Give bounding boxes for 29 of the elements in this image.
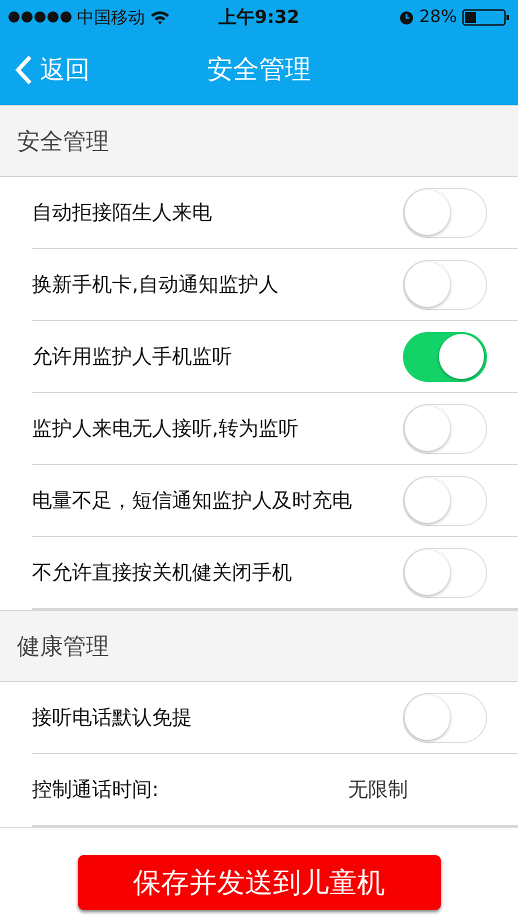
carrier-name: 中国移动 xyxy=(77,6,145,28)
setting-label: 自动拒接陌生人来电 xyxy=(32,199,213,226)
toggle-switch[interactable] xyxy=(403,188,487,238)
battery-percent: 28% xyxy=(419,7,457,27)
alarm-icon xyxy=(399,10,414,24)
setting-value[interactable]: 无限制 xyxy=(348,776,408,803)
setting-label: 换新手机卡,自动通知监护人 xyxy=(32,271,280,298)
section-header: 安全管理 xyxy=(17,128,109,156)
toggle-switch[interactable] xyxy=(403,332,487,382)
save-button[interactable]: 保存并发送到儿童机 xyxy=(78,855,440,910)
toggle-switch[interactable] xyxy=(403,476,487,526)
toggle-switch[interactable] xyxy=(403,404,487,454)
wifi-icon xyxy=(150,10,170,24)
back-button[interactable]: 返回 xyxy=(14,53,90,86)
setting-label: 电量不足，短信通知监护人及时充电 xyxy=(32,487,353,514)
battery-icon xyxy=(462,8,510,26)
signal-icon xyxy=(8,11,72,23)
setting-label: 允许用监护人手机监听 xyxy=(32,343,233,370)
toggle-switch[interactable] xyxy=(403,260,487,310)
section-header: 健康管理 xyxy=(17,632,109,662)
page-title: 安全管理 xyxy=(207,55,311,85)
toggle-switch[interactable] xyxy=(403,692,487,742)
setting-label: 控制通话时间: xyxy=(32,776,160,803)
setting-label: 接听电话默认免提 xyxy=(32,704,193,731)
chevron-left-icon xyxy=(14,54,34,86)
toggle-switch[interactable] xyxy=(403,548,487,598)
clock-time: 上午9:32 xyxy=(218,6,300,29)
setting-label: 监护人来电无人接听,转为监听 xyxy=(32,415,300,442)
setting-label: 不允许直接按关机健关闭手机 xyxy=(32,559,293,586)
